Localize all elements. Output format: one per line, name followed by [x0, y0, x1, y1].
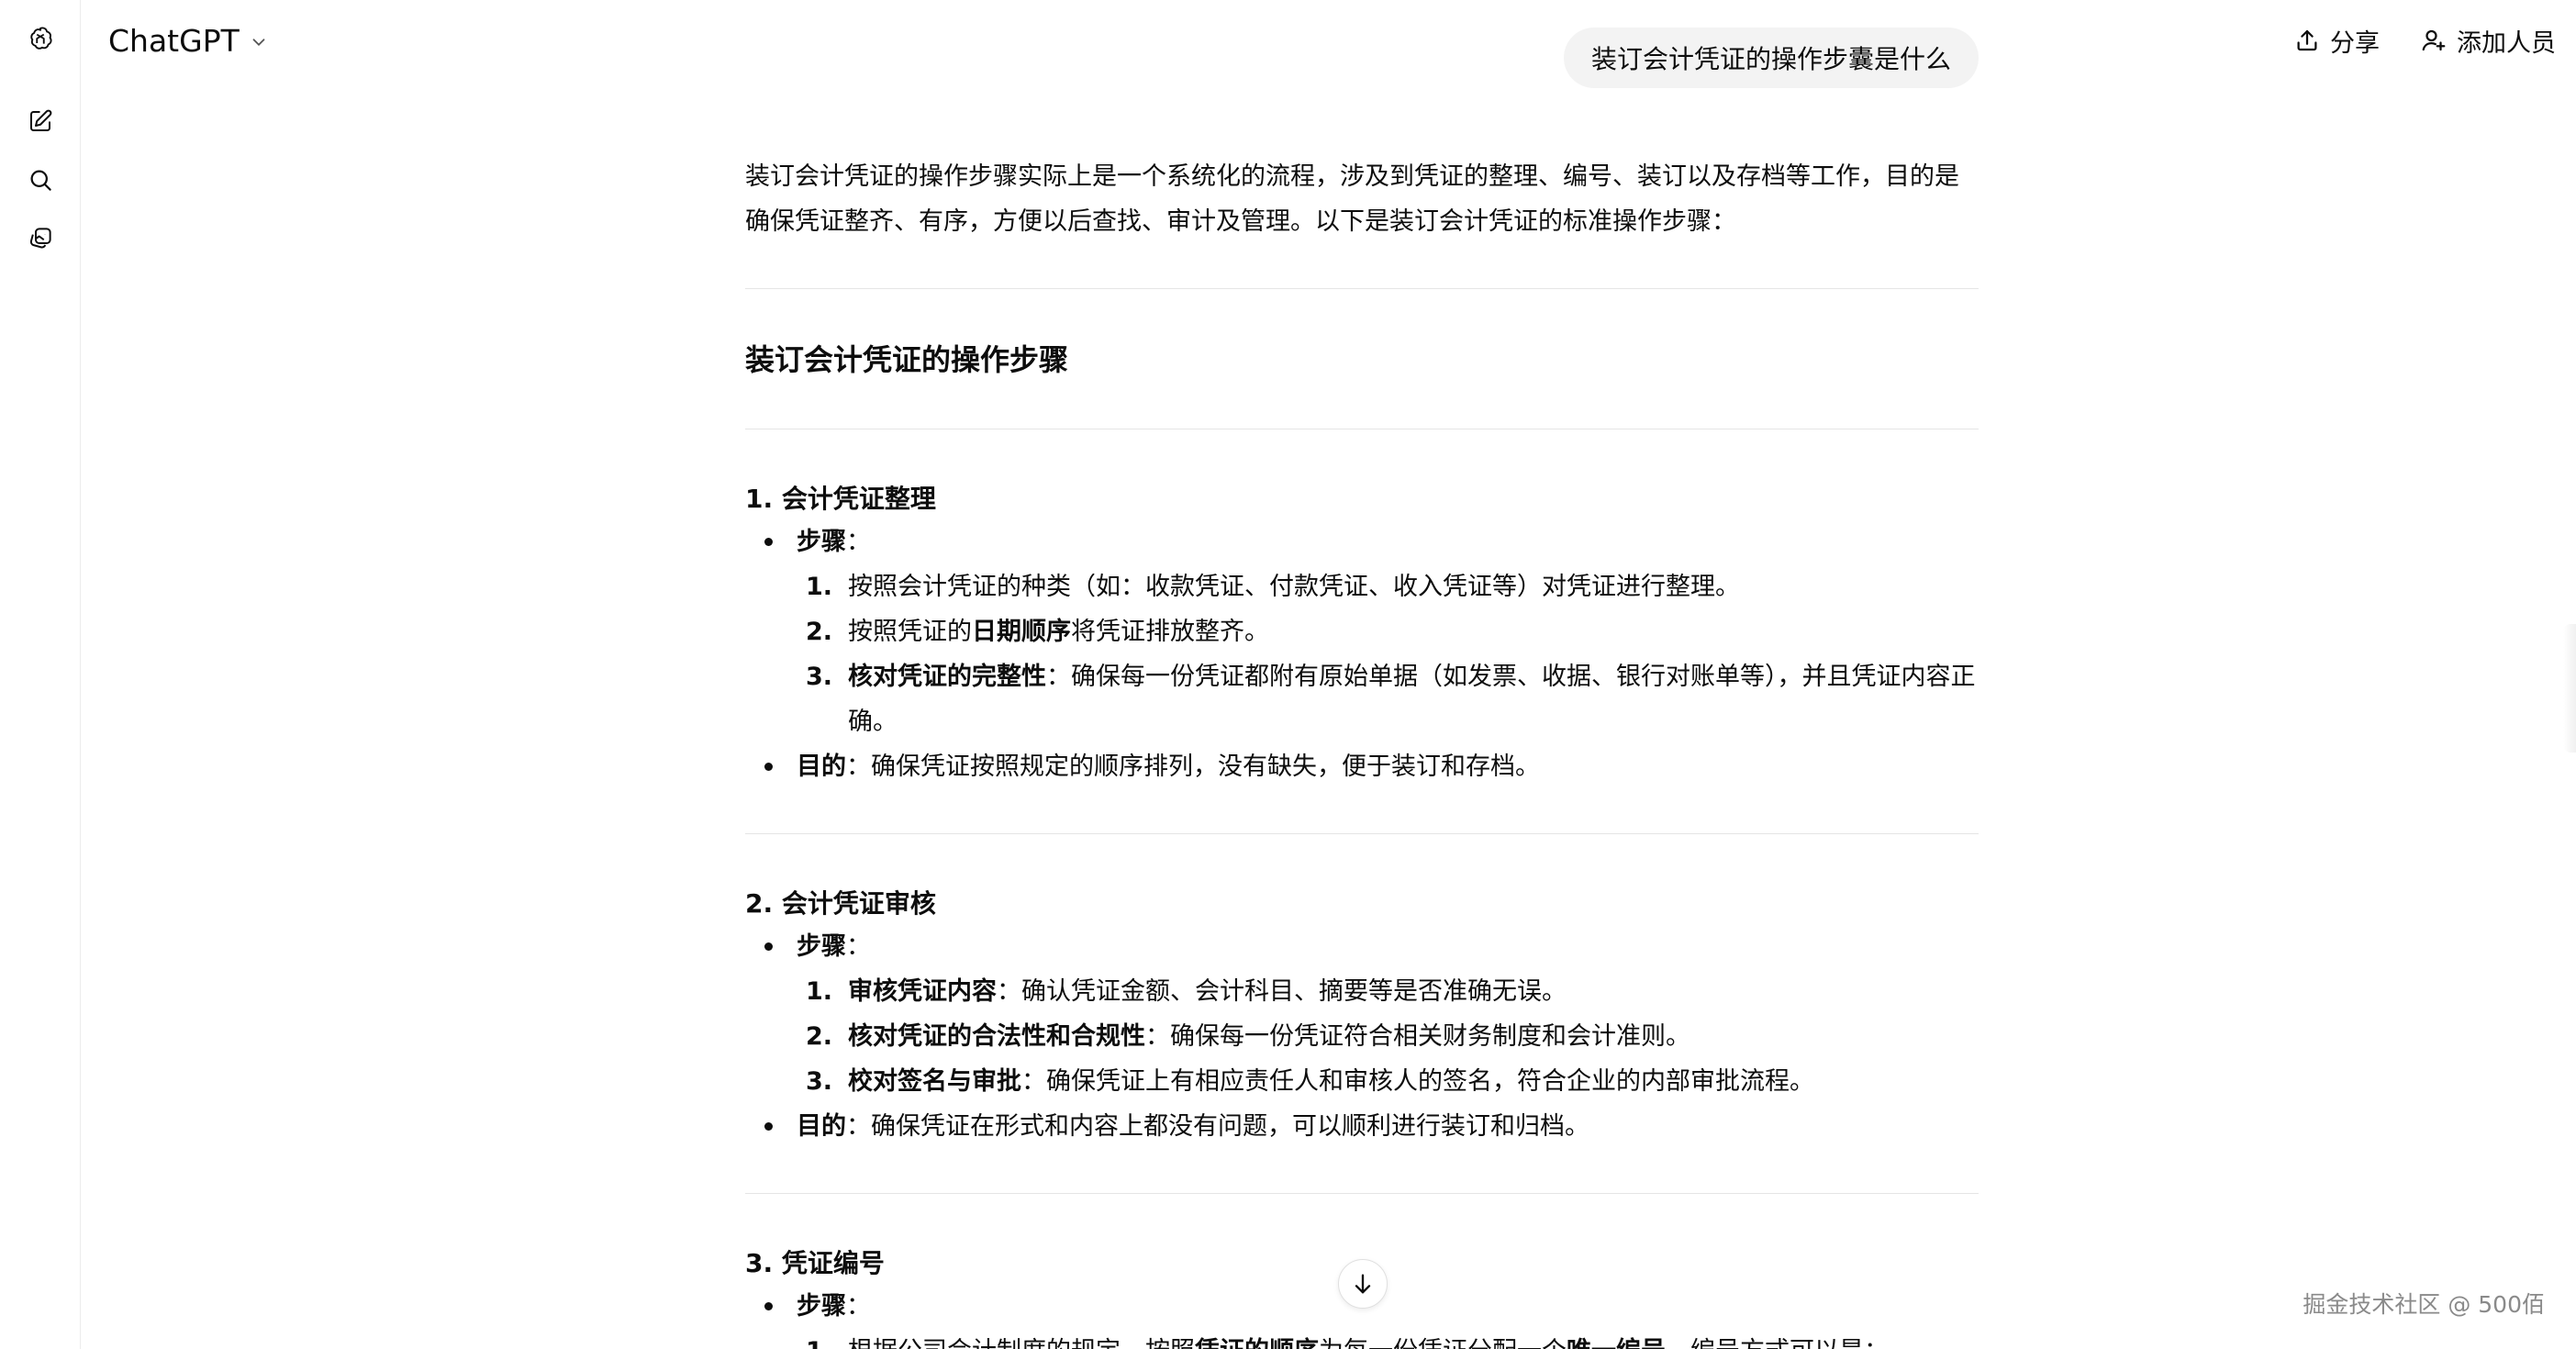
chatgpt-window: ChatGPT 分享 添加人员 装订会计凭证的操作步囊是什么 装订会计凭证的操作…	[0, 0, 2576, 1349]
list-item: 2. 核对凭证的合法性和合规性：确保每一份凭证符合相关财务制度和会计准则。	[806, 1022, 1690, 1051]
upload-icon	[2297, 29, 2317, 51]
steps-bullet: 步骤：	[745, 924, 1979, 969]
user-message-bubble: 装订会计凭证的操作步囊是什么	[1563, 28, 1979, 88]
model-selector[interactable]: ChatGPT	[108, 17, 269, 64]
answer-intro: 装订会计凭证的操作步骤实际上是一个系统化的流程，涉及到凭证的整理、编号、装订以及…	[745, 162, 1959, 236]
divider	[745, 288, 1979, 289]
scroll-to-bottom-button[interactable]	[1338, 1259, 1388, 1309]
openai-logo-icon[interactable]	[20, 18, 61, 59]
steps-bullet: 步骤：	[745, 519, 1979, 564]
steps-list: 1. 按照会计凭证的种类（如：收款凭证、付款凭证、收入凭证等）对凭证进行整理。 …	[797, 564, 1979, 744]
add-person-icon	[2422, 29, 2446, 51]
purpose-bullet: 目的：确保凭证在形式和内容上都没有问题，可以顺利进行装订和归档。	[745, 1104, 1979, 1149]
chevron-down-icon	[252, 39, 265, 47]
add-people-label: 添加人员	[2457, 28, 2556, 58]
divider	[745, 833, 1979, 834]
watermark: 掘金技术社区 @ 500佰	[2303, 1291, 2545, 1318]
scrollbar-handle[interactable]	[2563, 624, 2576, 753]
section-heading: 1. 会计凭证整理	[745, 484, 936, 514]
images-icon[interactable]	[20, 218, 61, 259]
list-item: 1. 按照会计凭证的种类（如：收款凭证、付款凭证、收入凭证等）对凭证进行整理。	[806, 573, 1740, 601]
list-item: 1. 根据公司会计制度的规定，按照凭证的顺序为每一份凭证分配一个唯一编号。编号方…	[797, 1329, 1979, 1349]
list-item: 3. 校对签名与审批：确保凭证上有相应责任人和审核人的签名，符合企业的内部审批流…	[806, 1067, 1814, 1096]
share-button[interactable]: 分享	[2293, 23, 2380, 59]
divider	[745, 1193, 1979, 1194]
share-label: 分享	[2330, 28, 2380, 58]
section-heading: 2. 会计凭证审核	[745, 888, 936, 919]
search-icon[interactable]	[20, 160, 61, 200]
list-item: 2. 按照凭证的日期顺序将凭证排放整齐。	[806, 618, 1269, 646]
purpose-bullet: 目的：确保凭证按照规定的顺序排列，没有缺失，便于装订和存档。	[745, 744, 1979, 789]
steps-list: 1. 根据公司会计制度的规定，按照凭证的顺序为每一份凭证分配一个唯一编号。编号方…	[797, 1329, 1979, 1349]
section-organize: 1. 会计凭证整理 步骤： 1. 按照会计凭证的种类（如：收款凭证、付款凭证、收…	[745, 479, 1979, 789]
arrow-down-icon	[1355, 1274, 1371, 1294]
sidebar-rail	[0, 0, 81, 1349]
add-people-button[interactable]: 添加人员	[2420, 23, 2556, 59]
model-name: ChatGPT	[108, 22, 240, 59]
steps-list: 1. 审核凭证内容：确认凭证金额、会计科目、摘要等是否准确无误。 2. 核对凭证…	[797, 969, 1979, 1104]
answer-title: 装订会计凭证的操作步骤	[745, 342, 1069, 377]
section-review: 2. 会计凭证审核 步骤： 1. 审核凭证内容：确认凭证金额、会计科目、摘要等是…	[745, 884, 1979, 1149]
list-item: 1. 审核凭证内容：确认凭证金额、会计科目、摘要等是否准确无误。	[806, 977, 1567, 1006]
compose-icon[interactable]	[20, 101, 61, 141]
list-item: 3. 核对凭证的完整性：确保每一份凭证都附有原始单据（如发票、收据、银行对账单等…	[806, 663, 1976, 736]
conversation-thread: 装订会计凭证的操作步囊是什么 装订会计凭证的操作步骤实际上是一个系统化的流程，涉…	[745, 0, 1979, 1349]
assistant-message: 装订会计凭证的操作步骤实际上是一个系统化的流程，涉及到凭证的整理、编号、装订以及…	[745, 154, 1979, 1349]
header-actions: 分享 添加人员	[2293, 18, 2556, 62]
